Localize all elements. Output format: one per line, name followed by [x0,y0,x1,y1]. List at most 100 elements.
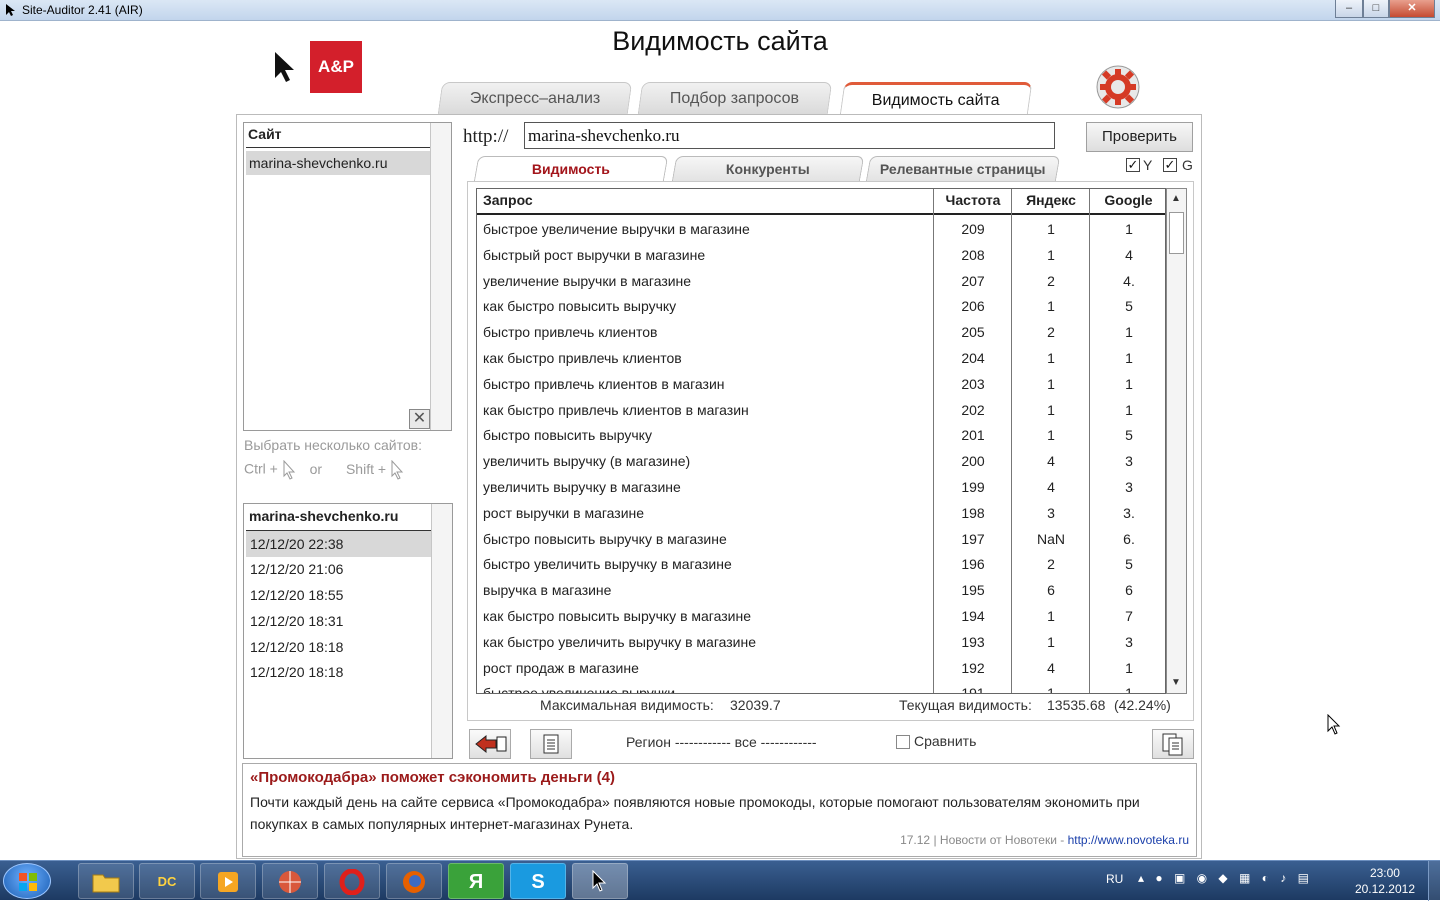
ap-logo: A&P [310,41,362,93]
settings-gear-icon[interactable] [1094,64,1142,110]
tab-query-selection[interactable]: Подбор запросов [637,82,833,114]
table-row[interactable]: быстро привлечь клиентов 205 2 1 [477,319,1165,345]
news-link[interactable]: http://www.novoteka.ru [1068,833,1189,847]
start-button[interactable] [3,863,51,899]
close-button[interactable]: ✕ [1389,0,1435,18]
report-button[interactable] [530,729,572,759]
minimize-button[interactable]: – [1335,0,1363,18]
yandex-checkbox[interactable]: ✓ [1126,158,1140,172]
yandex-position-cell: 6 [1047,582,1055,599]
query-cell: быстрое увеличение выручки в магазине [483,221,750,237]
taskbar-site-auditor[interactable] [572,863,628,899]
tray-icons[interactable]: ▴ ● ▣ ◉ ◆ ▦ ◐ ♪ ▤ [1138,871,1313,885]
taskbar-firefox[interactable] [386,863,442,899]
table-row[interactable]: увеличение выручки в магазине 207 2 4. [477,268,1165,294]
table-row[interactable]: увеличить выручку в магазине 199 4 3 [477,474,1165,500]
check-button[interactable]: Проверить [1086,122,1193,152]
history-item[interactable]: 12/12/20 18:18 [246,659,432,685]
region-selector[interactable]: Регион ------------ все ------------ [626,734,817,750]
compare-checkbox[interactable] [896,735,910,749]
table-row[interactable]: быстро повысить выручку в магазине 197 NaN… [477,526,1165,552]
col-query-header[interactable]: Запрос [483,189,533,214]
table-row[interactable]: рост продаж в магазине 192 4 1 [477,655,1165,681]
scroll-up-icon[interactable]: ▲ [1171,193,1181,204]
news-text: Почти каждый день на сайте сервиса «Пром… [250,794,1140,832]
google-position-cell: 5 [1125,556,1133,573]
col-yandex-header[interactable]: Яндекс [1012,189,1090,214]
table-scrollbar[interactable]: ▲ ▼ [1166,188,1187,694]
scroll-thumb[interactable] [1169,212,1184,254]
news-source: | Новости от Новотеки - [933,833,1065,847]
multi-select-hint: Выбрать несколько сайтов: [244,437,422,453]
history-item[interactable]: 12/12/20 21:06 [246,556,432,582]
google-checkbox[interactable]: ✓ [1163,158,1177,172]
media-player-icon [218,872,238,892]
url-input[interactable]: marina-shevchenko.ru [524,122,1055,149]
back-button[interactable] [469,729,511,759]
yandex-position-cell: 1 [1047,608,1055,624]
google-position-cell: 3 [1125,453,1133,470]
table-row[interactable]: быстро увеличить выручку в магазине 196 2 5 [477,551,1165,577]
window-title: Site-Auditor 2.41 (AIR) [22,3,143,17]
scroll-down-icon[interactable]: ▼ [1171,677,1181,688]
copy-button[interactable] [1152,729,1194,759]
taskbar-opera[interactable] [324,863,380,899]
site-list-scrollbar[interactable] [430,123,451,430]
table-row[interactable]: увеличить выручку (в магазине) 200 4 3 [477,448,1165,474]
table-row[interactable]: быстрое увеличение выручки 191 1 1 [477,680,1165,693]
table-row[interactable]: как быстро привлечь клиентов 204 1 1 [477,345,1165,371]
frequency-cell: 201 [961,427,985,444]
clock[interactable]: 23:00 20.12.2012 [1355,865,1415,897]
history-header: marina-shevchenko.ru [249,508,399,524]
google-position-cell: 1 [1125,401,1133,418]
yandex-position-cell: 4 [1047,453,1055,470]
frequency-cell: 202 [961,401,985,418]
table-row[interactable]: выручка в магазине 195 6 6 [477,577,1165,603]
taskbar-yandex[interactable]: Я [448,863,504,899]
tab-express-analysis[interactable]: Экспресс–анализ [437,82,633,114]
firefox-icon [403,871,425,893]
table-row[interactable]: быстро повысить выручку 201 1 5 [477,422,1165,448]
news-title[interactable]: «Промокодабра» поможет сэкономить деньги… [250,769,615,786]
maximize-button[interactable]: □ [1363,0,1389,18]
site-list-item[interactable]: marina-shevchenko.ru [246,151,430,175]
query-cell: быстро повысить выручку в магазине [483,530,727,547]
google-position-cell: 1 [1125,324,1133,341]
taskbar-browser-app[interactable] [262,863,318,899]
frequency-cell: 197 [961,530,985,547]
query-cell: увеличить выручку в магазине [483,479,681,495]
tab-site-visibility[interactable]: Видимость сайта [839,82,1033,116]
table-row[interactable]: рост выручки в магазине 198 3 3. [477,500,1165,526]
table-row[interactable]: как быстро повысить выручку 206 1 5 [477,293,1165,319]
tab-visibility[interactable]: Видимость [473,156,669,182]
table-row[interactable]: быстро привлечь клиентов в магазин 203 1 1 [477,371,1165,397]
query-cell: выручка в магазине [483,582,612,599]
taskbar-media-player[interactable] [200,863,256,899]
news-panel: «Промокодабра» поможет сэкономить деньги… [242,763,1197,857]
history-scrollbar[interactable] [431,504,452,758]
table-row[interactable]: быстрый рост выручки в магазине 208 1 4 [477,242,1165,268]
table-row[interactable]: быстрое увеличение выручки в магазине 209… [477,216,1165,242]
window-titlebar[interactable]: Site-Auditor 2.41 (AIR) – □ ✕ [0,0,1440,21]
col-google-header[interactable]: Google [1090,189,1165,214]
table-row[interactable]: как быстро повысить выручку в магазине 19… [477,603,1165,629]
taskbar-skype[interactable]: S [510,863,566,899]
language-indicator[interactable]: RU [1106,872,1123,886]
frequency-cell: 192 [961,659,985,676]
taskbar-dc[interactable]: DC [139,863,195,899]
table-row[interactable]: как быстро привлечь клиентов в магазин 20… [477,397,1165,423]
history-item[interactable]: 12/12/20 22:38 [246,531,432,557]
compare-label: Сравнить [914,733,977,749]
history-item[interactable]: 12/12/20 18:55 [246,582,432,608]
tab-relevant-pages[interactable]: Релевантные страницы [865,156,1061,182]
tab-competitors[interactable]: Конкуренты [671,156,865,182]
google-position-cell: 1 [1125,350,1133,366]
history-item[interactable]: 12/12/20 18:18 [246,634,432,660]
remove-site-button[interactable]: ✕ [409,409,430,429]
show-desktop-button[interactable] [1428,861,1440,901]
query-cell: быстро привлечь клиентов [483,324,658,341]
col-frequency-header[interactable]: Частота [934,189,1012,214]
table-row[interactable]: как быстро увеличить выручку в магазине 1… [477,629,1165,655]
history-item[interactable]: 12/12/20 18:31 [246,608,432,634]
taskbar-explorer[interactable] [78,863,134,899]
